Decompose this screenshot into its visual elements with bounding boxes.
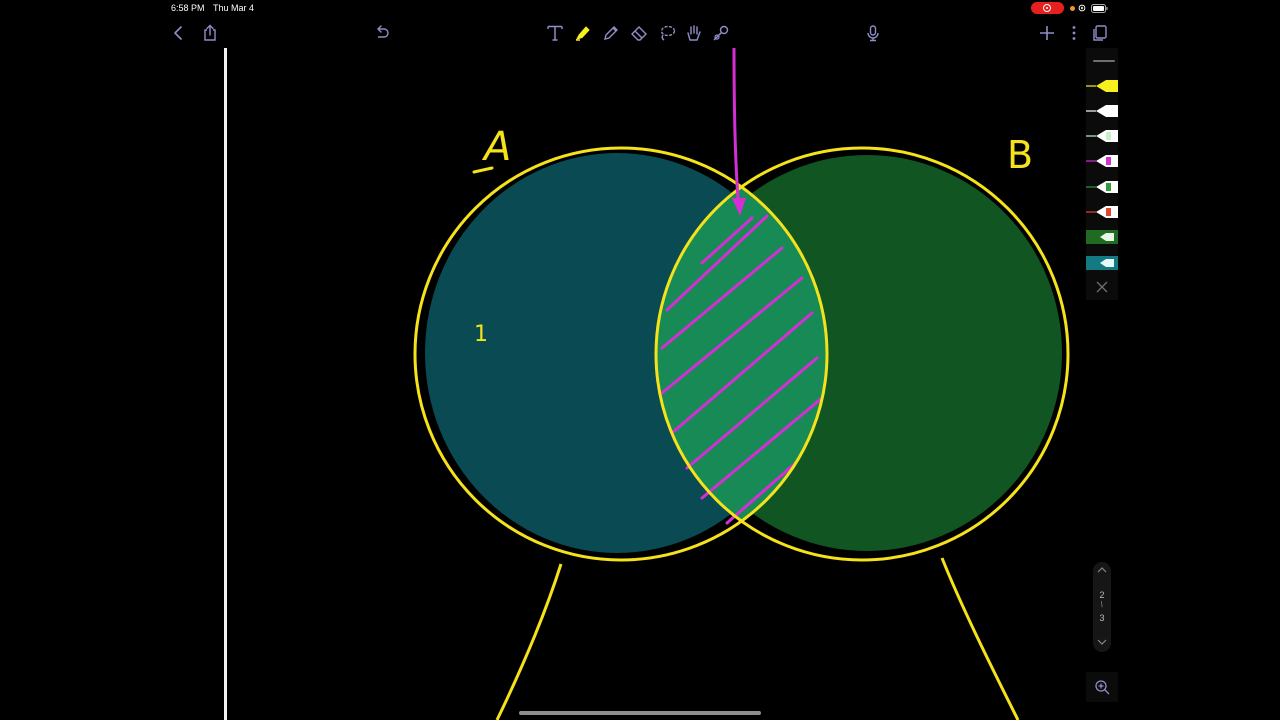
pen-swatch-dark-green[interactable] (1086, 228, 1118, 246)
note-canvas[interactable]: A B 1 (162, 48, 1086, 720)
toolbar (162, 18, 1118, 48)
status-bar: 6:58 PM Thu Mar 4 (162, 0, 1118, 18)
status-date: Thu Mar 4 (213, 3, 255, 13)
zoom-button[interactable] (1086, 672, 1118, 702)
home-indicator[interactable] (519, 711, 761, 715)
microphone-in-use-dot (1070, 6, 1075, 11)
app-screen: 6:58 PM Thu Mar 4 A B 1 2 / 3 (162, 0, 1118, 720)
microphone-icon[interactable] (862, 22, 884, 44)
undo-icon[interactable] (371, 22, 393, 44)
text-tool-icon[interactable] (544, 22, 566, 44)
palette-drag-handle[interactable] (1093, 60, 1115, 62)
label-b: B (1007, 133, 1033, 177)
pen-swatch-light-green[interactable] (1086, 127, 1118, 145)
venn-diagram-drawing: A B 1 (413, 48, 1070, 720)
more-icon[interactable] (1063, 22, 1085, 44)
right-connector-line (940, 557, 1020, 720)
region-label: 1 (474, 322, 488, 347)
record-icon (1043, 4, 1051, 12)
total-page-count: 3 (1099, 613, 1105, 623)
add-icon[interactable] (1036, 22, 1058, 44)
battery-icon (1091, 4, 1108, 13)
lasso-tool-icon[interactable] (656, 22, 678, 44)
rotation-lock-icon (1078, 4, 1086, 12)
pen-palette (1086, 48, 1118, 300)
page-navigator: 2 / 3 (1093, 562, 1111, 652)
page-up-chevron-icon[interactable] (1096, 565, 1108, 575)
close-icon[interactable] (1095, 280, 1109, 294)
pen-swatch-teal[interactable] (1086, 254, 1118, 272)
pen-tool-icon[interactable] (600, 22, 622, 44)
shape-tool-icon[interactable] (710, 22, 732, 44)
status-time: 6:58 PM (171, 3, 205, 13)
zoom-in-icon (1095, 680, 1110, 695)
page-down-chevron-icon[interactable] (1096, 637, 1108, 647)
highlighter-tool-icon[interactable] (572, 22, 594, 44)
eraser-tool-icon[interactable] (628, 22, 650, 44)
pages-icon[interactable] (1089, 22, 1111, 44)
label-a: A (481, 124, 511, 170)
screen-recording-indicator[interactable] (1031, 2, 1064, 14)
pen-swatch-magenta[interactable] (1086, 152, 1118, 170)
pen-swatch-yellow[interactable] (1086, 77, 1118, 95)
pen-swatch-red[interactable] (1086, 203, 1118, 221)
share-icon[interactable] (199, 22, 221, 44)
left-connector-line (495, 563, 563, 720)
pen-swatch-white[interactable] (1086, 102, 1118, 120)
pen-swatch-green[interactable] (1086, 178, 1118, 196)
pointer-arrow (732, 48, 740, 199)
hand-tool-icon[interactable] (683, 22, 705, 44)
back-chevron-icon[interactable] (168, 22, 190, 44)
